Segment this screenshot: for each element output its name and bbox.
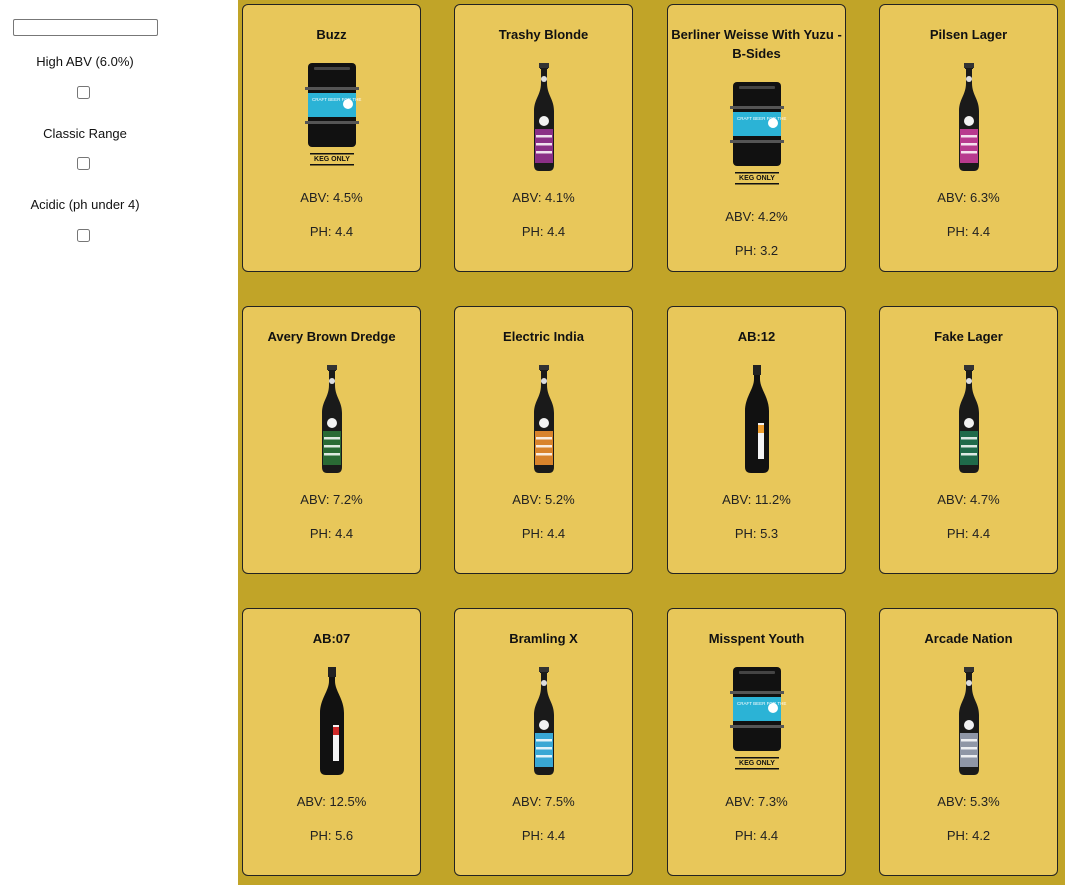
beer-ph: PH: 5.6 [309,828,354,843]
beer-abv: ABV: 5.2% [512,492,575,507]
bottle-icon [455,363,632,475]
beer-ph: PH: 4.2 [946,828,991,843]
keg-icon: CRAFT BEER FOR THE PEOPLE KEG ONLY [668,80,845,192]
beer-card[interactable]: Bramling X ABV: 7.5% PH: 4.4 [454,608,633,876]
svg-text:KEG ONLY: KEG ONLY [314,156,350,163]
beer-ph: PH: 4.4 [309,224,354,239]
beer-card[interactable]: AB:12 ABV: 11.2% PH: 5.3 [667,306,846,574]
filter-label-acidic: Acidic (ph under 4) [30,197,140,212]
bottle-icon [880,61,1057,173]
beer-ph: PH: 4.4 [946,526,991,541]
keg-icon: CRAFT BEER FOR THE PEOPLE KEG ONLY [668,665,845,777]
beer-abv: ABV: 4.2% [725,209,788,224]
beer-ph: PH: 4.4 [734,828,779,843]
beer-card[interactable]: Electric India ABV: 5.2% PH: 4.4 [454,306,633,574]
beer-card[interactable]: Buzz CRAFT BEER FOR THE PEOPLE KEG ONLY ABV… [242,4,421,272]
beer-abv: ABV: 7.5% [512,794,575,809]
high-abv-checkbox[interactable] [77,86,90,99]
beer-abv: ABV: 4.5% [300,190,363,205]
sidebar: High ABV (6.0%) Classic Range Acidic (ph… [0,0,238,885]
beer-abv: ABV: 7.2% [300,492,363,507]
beer-name: Buzz [316,27,347,42]
beer-abv: ABV: 12.5% [296,794,367,809]
beer-name: AB:12 [737,329,776,344]
beer-abv: ABV: 4.1% [512,190,575,205]
beer-card[interactable]: Misspent Youth CRAFT BEER FOR THE PEOPLE K… [667,608,846,876]
beer-ph: PH: 5.3 [734,526,779,541]
svg-text:KEG ONLY: KEG ONLY [739,760,775,767]
svg-text:CRAFT BEER FOR THE PEOPLE: CRAFT BEER FOR THE PEOPLE [737,701,787,706]
champagne-bottle-icon [243,665,420,777]
beer-name: Misspent Youth [708,631,805,646]
beer-ph: PH: 4.4 [309,526,354,541]
bottle-icon [880,665,1057,777]
bottle-icon [455,665,632,777]
svg-text:KEG ONLY: KEG ONLY [739,175,775,182]
beer-card[interactable]: Arcade Nation ABV: 5.3% PH: 4.2 [879,608,1058,876]
beer-ph: PH: 4.4 [946,224,991,239]
beer-grid: Buzz CRAFT BEER FOR THE PEOPLE KEG ONLY ABV… [238,0,1065,885]
beer-name: AB:07 [312,631,351,646]
beer-name: Electric India [503,329,584,344]
beer-ph: PH: 4.4 [521,828,566,843]
filter-label-high-abv: High ABV (6.0%) [36,54,134,69]
beer-card[interactable]: AB:07 ABV: 12.5% PH: 5.6 [242,608,421,876]
beer-card[interactable]: Trashy Blonde ABV: 4.1% PH: 4.4 [454,4,633,272]
beer-name: Arcade Nation [924,631,1013,646]
beer-abv: ABV: 11.2% [722,492,791,507]
beer-abv: ABV: 5.3% [937,794,1000,809]
bottle-icon [455,61,632,173]
beer-name: Bramling X [509,631,578,646]
beer-card[interactable]: Pilsen Lager ABV: 6.3% PH: 4.4 [879,4,1058,272]
beer-ph: PH: 3.2 [734,243,779,258]
acidic-checkbox[interactable] [77,229,90,242]
svg-text:CRAFT BEER FOR THE PEOPLE: CRAFT BEER FOR THE PEOPLE [312,97,362,102]
bottle-icon [880,363,1057,475]
svg-text:CRAFT BEER FOR THE PEOPLE: CRAFT BEER FOR THE PEOPLE [737,116,787,121]
keg-icon: CRAFT BEER FOR THE PEOPLE KEG ONLY [243,61,420,173]
classic-range-checkbox[interactable] [77,157,90,170]
beer-card[interactable]: Berliner Weisse With Yuzu - B-Sides CRAFT… [667,4,846,272]
filter-label-classic-range: Classic Range [43,126,127,141]
beer-name: Fake Lager [934,329,1003,344]
beer-abv: ABV: 7.3% [725,794,788,809]
search-input[interactable] [13,19,158,36]
champagne-bottle-icon [668,363,845,475]
beer-name: Avery Brown Dredge [267,329,396,344]
beer-ph: PH: 4.4 [521,526,566,541]
beer-ph: PH: 4.4 [521,224,566,239]
beer-name: Trashy Blonde [498,27,589,42]
bottle-icon [243,363,420,475]
beer-name: Berliner Weisse With Yuzu - B-Sides [671,27,842,61]
beer-abv: ABV: 4.7% [937,492,1000,507]
beer-card[interactable]: Fake Lager ABV: 4.7% PH: 4.4 [879,306,1058,574]
beer-abv: ABV: 6.3% [937,190,1000,205]
beer-card[interactable]: Avery Brown Dredge ABV: 7.2% PH: 4.4 [242,306,421,574]
beer-name: Pilsen Lager [929,27,1008,42]
